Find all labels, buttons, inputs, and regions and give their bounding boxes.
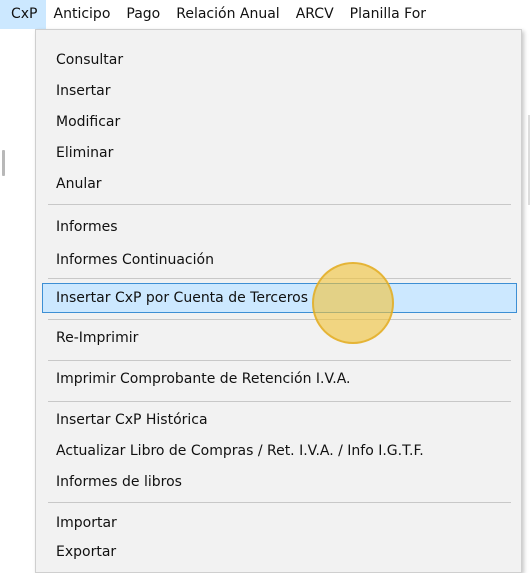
menubar-item-relacion-anual[interactable]: Relación Anual	[168, 0, 287, 29]
menu-item-anular[interactable]: Anular	[42, 169, 517, 199]
background-window-right	[522, 29, 532, 573]
menu-item-exportar[interactable]: Exportar	[42, 537, 517, 567]
menu-item-informes-libros[interactable]: Informes de libros	[42, 467, 517, 497]
menu-item-imprimir-comprobante[interactable]: Imprimir Comprobante de Retención I.V.A.	[42, 364, 517, 394]
menu-item-informes[interactable]: Informes	[42, 212, 517, 242]
menu-bar: CxP Anticipo Pago Relación Anual ARCV Pl…	[0, 0, 532, 30]
background-edge-line	[528, 115, 530, 205]
menu-separator	[48, 360, 511, 361]
menu-item-insertar-cxp-terceros[interactable]: Insertar CxP por Cuenta de Terceros	[42, 283, 517, 313]
menu-separator	[48, 204, 511, 205]
menu-item-actualizar-libro[interactable]: Actualizar Libro de Compras / Ret. I.V.A…	[42, 436, 517, 466]
cxp-dropdown-menu: Consultar Insertar Modificar Eliminar An…	[35, 29, 522, 573]
menubar-item-planilla[interactable]: Planilla For	[342, 0, 434, 29]
menu-item-importar[interactable]: Importar	[42, 508, 517, 538]
menubar-item-pago[interactable]: Pago	[118, 0, 168, 29]
menu-separator	[48, 319, 511, 320]
menu-separator	[48, 278, 511, 279]
menu-item-insertar[interactable]: Insertar	[42, 76, 517, 106]
menubar-item-cxp[interactable]: CxP	[0, 0, 46, 29]
menu-item-modificar[interactable]: Modificar	[42, 107, 517, 137]
menu-item-insertar-cxp-historica[interactable]: Insertar CxP Histórica	[42, 405, 517, 435]
menu-item-consultar[interactable]: Consultar	[42, 45, 517, 75]
menu-separator	[48, 401, 511, 402]
menu-item-eliminar[interactable]: Eliminar	[42, 138, 517, 168]
menu-item-informes-continuacion[interactable]: Informes Continuación	[42, 245, 517, 275]
background-window-left	[0, 29, 35, 573]
menu-separator	[48, 502, 511, 503]
background-edge-mark	[2, 150, 5, 176]
menubar-item-anticipo[interactable]: Anticipo	[46, 0, 119, 29]
menu-item-re-imprimir[interactable]: Re-Imprimir	[42, 323, 517, 353]
menubar-item-arcv[interactable]: ARCV	[288, 0, 342, 29]
